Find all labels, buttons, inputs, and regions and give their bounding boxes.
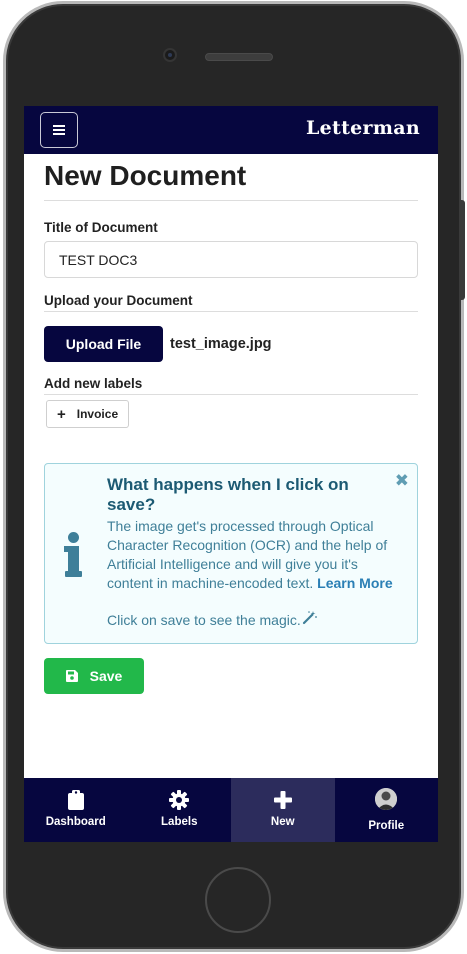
page-title: New Document [44,158,418,201]
learn-more-link[interactable]: Learn More [317,575,392,591]
main-content: New Document Title of Document Upload yo… [44,154,418,694]
plus-icon [273,790,293,810]
upload-label: Upload your Document [44,293,418,312]
nav-label-labels: Labels [161,816,198,828]
magic-wand-icon [302,611,317,628]
hamburger-icon [53,125,65,135]
info-alert: ✖ What happens when I click on save? The… [44,463,418,644]
floppy-disk-icon [65,670,78,682]
selected-file-name: test_image.jpg [170,336,272,352]
nav-new[interactable]: New [231,778,335,842]
top-navbar: Letterman [24,106,438,154]
upload-file-button[interactable]: Upload File [44,326,163,362]
nav-label-dashboard: Dashboard [45,816,106,828]
close-icon[interactable]: ✖ [395,473,409,490]
gear-icon [169,790,190,810]
info-icon [64,532,82,578]
title-input[interactable] [44,241,418,278]
plus-icon: + [57,405,66,423]
brand-logo[interactable]: Letterman [306,117,420,139]
menu-toggle-button[interactable] [40,112,78,148]
info-tail: Click on save to see the magic. [107,611,407,628]
label-chip-invoice[interactable]: + Invoice [46,400,130,428]
nav-labels[interactable]: Labels [128,778,232,842]
side-button[interactable] [461,200,465,300]
title-label: Title of Document [44,220,158,235]
nav-dashboard[interactable]: Dashboard [24,778,128,842]
nav-label-profile: Profile [368,820,405,832]
app-screen: Letterman New Document Title of Document… [24,106,438,842]
clipboard-icon [66,790,86,810]
save-button-label: Save [89,668,123,684]
nav-label-new: New [270,816,295,828]
avatar [375,788,398,810]
label-chip-text: Invoice [76,407,119,421]
save-button[interactable]: Save [44,658,144,694]
bottom-nav: Dashboard Labels New Profile [24,778,438,842]
info-heading: What happens when I click on save? [107,475,349,514]
upload-row: Upload File test_image.jpg [44,326,418,362]
nav-profile[interactable]: Profile [335,778,439,842]
home-button[interactable] [205,867,271,933]
info-tail-text: Click on save to see the magic. [107,612,301,628]
speaker-grille [205,53,273,61]
camera-icon [163,48,177,62]
info-body: The image get's processed through Optica… [107,517,407,593]
labels-label: Add new labels [44,376,418,395]
